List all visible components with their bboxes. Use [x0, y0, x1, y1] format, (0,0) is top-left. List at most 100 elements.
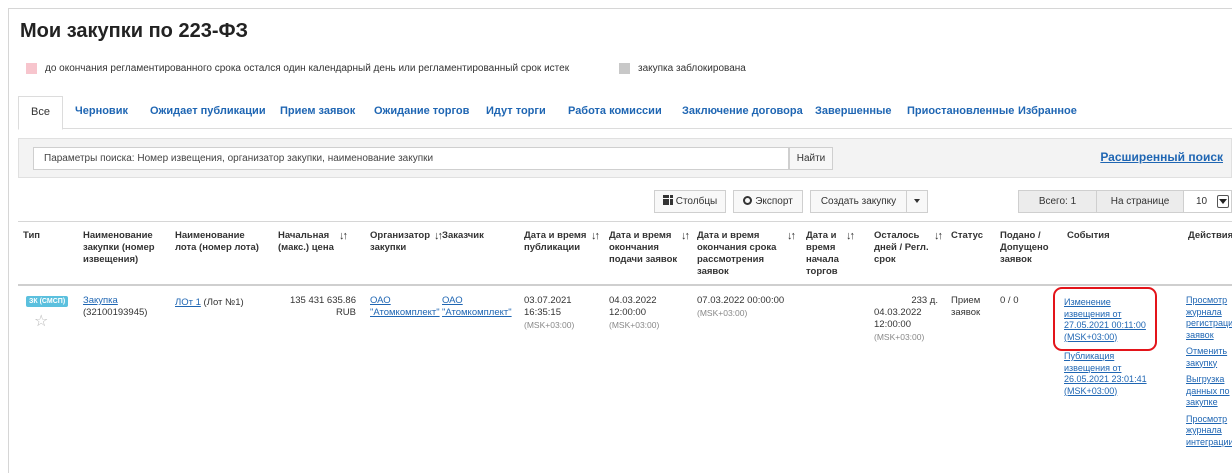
action-link-line[interactable]: данных по	[1186, 386, 1232, 398]
pub-tz: (MSK+03:00)	[524, 320, 575, 330]
header-submitted[interactable]: Подано / Допущено заявок	[1000, 230, 1049, 266]
tab-completed[interactable]: Завершенные	[815, 96, 892, 129]
event-link-line[interactable]: извещения от	[1064, 363, 1164, 375]
header-end-date[interactable]: Дата и время окончания подачи заявок ↓↑	[609, 230, 697, 266]
header-purchase-name[interactable]: Наименование закупки (номер извещения)	[83, 230, 155, 266]
header-review-date[interactable]: Дата и время окончания срока рассмотрени…	[697, 230, 799, 278]
tab-favorites[interactable]: Избранное	[1018, 96, 1077, 129]
header-line: Начальная	[278, 230, 330, 241]
header-line: окончания	[609, 242, 659, 253]
tab-draft[interactable]: Черновик	[75, 96, 128, 129]
remaining-days: 233 д.	[911, 295, 938, 306]
action-link-line[interactable]: регистрации	[1186, 318, 1232, 330]
table-header: Тип Наименование закупки (номер извещени…	[18, 221, 1232, 286]
header-line: Допущено	[1000, 242, 1049, 253]
tab-auction-running[interactable]: Идут торги	[486, 96, 546, 129]
tab-suspended[interactable]: Приостановленные	[907, 96, 1014, 129]
end-tz: (MSK+03:00)	[609, 320, 660, 330]
event-link-line[interactable]: (MSK+03:00)	[1064, 386, 1164, 398]
per-page-select[interactable]: 10	[1183, 190, 1232, 213]
action-link-line[interactable]: Отменить	[1186, 346, 1232, 358]
star-icon[interactable]: ☆	[34, 311, 48, 331]
event-link-line[interactable]: Публикация	[1064, 351, 1164, 363]
header-pub-date[interactable]: Дата и время публикации ↓↑	[524, 230, 604, 254]
customer-link-line2[interactable]: "Атомкомплект"	[442, 307, 512, 319]
header-line: время	[806, 242, 836, 253]
review-tz: (MSK+03:00)	[697, 308, 748, 318]
tab-awaiting-publication[interactable]: Ожидает публикации	[150, 96, 266, 129]
remaining-cell: 233 д. 04.03.2022 12:00:00 (MSK+03:00)	[874, 295, 938, 343]
action-view-integration-log[interactable]: Просмотр журнала интеграции	[1186, 414, 1232, 449]
lot-link[interactable]: ЛОт 1	[175, 297, 201, 308]
tab-contract-conclusion[interactable]: Заключение договора	[682, 96, 803, 129]
tab-awaiting-auction[interactable]: Ожидание торгов	[374, 96, 469, 129]
header-price[interactable]: Начальная (макс.) цена ↓↑	[278, 230, 348, 254]
sort-icon: ↓↑	[434, 230, 443, 242]
legend-blocked: закупка заблокирована	[619, 63, 746, 74]
action-link-line[interactable]: Выгрузка	[1186, 374, 1232, 386]
action-export-data[interactable]: Выгрузка данных по закупке	[1186, 374, 1232, 409]
action-link-line[interactable]: журнала	[1186, 425, 1232, 437]
sort-icon: ↓↑	[846, 230, 855, 242]
remaining-tz: (MSK+03:00)	[874, 332, 925, 342]
action-link-line[interactable]: заявок	[1186, 330, 1232, 342]
customer-cell: ОАО "Атомкомплект"	[442, 295, 512, 319]
find-button[interactable]: Найти	[789, 147, 833, 170]
tab-all[interactable]: Все	[18, 96, 63, 130]
event-publication-notice[interactable]: Публикация извещения от 26.05.2021 23:01…	[1064, 351, 1164, 397]
header-events[interactable]: События	[1067, 230, 1110, 242]
header-line: подачи заявок	[609, 254, 678, 265]
header-organizer[interactable]: Организатор закупки ↓↑	[370, 230, 450, 254]
action-link-line[interactable]: закупку	[1186, 358, 1232, 370]
export-label: Экспорт	[755, 196, 793, 207]
create-purchase-dropdown[interactable]	[906, 190, 928, 213]
status-cell: Прием заявок	[951, 295, 980, 319]
header-status[interactable]: Статус	[951, 230, 983, 242]
action-link-line[interactable]: закупке	[1186, 397, 1232, 409]
review-datetime: 07.03.2022 00:00:00	[697, 295, 785, 306]
action-link-line[interactable]: Просмотр	[1186, 295, 1232, 307]
header-line: торгов	[806, 266, 838, 277]
action-cancel-purchase[interactable]: Отменить закупку	[1186, 346, 1232, 369]
status-tabs: Все Черновик Ожидает публикации Прием за…	[18, 96, 1232, 130]
purchase-link[interactable]: Закупка	[83, 295, 118, 306]
header-auction-date[interactable]: Дата и время начала торгов ↓↑	[806, 230, 856, 278]
chevron-down-icon	[914, 199, 920, 203]
header-actions[interactable]: Действия	[1188, 230, 1232, 242]
sort-icon: ↓↑	[591, 230, 600, 242]
header-remaining[interactable]: Осталось дней / Регл. срок ↓↑	[874, 230, 948, 266]
organizer-cell: ОАО "Атомкомплект"	[370, 295, 440, 319]
header-lot-name[interactable]: Наименование лота (номер лота)	[175, 230, 259, 254]
header-line: публикации	[524, 242, 581, 253]
status-line1: Прием	[951, 295, 981, 306]
customer-link-line1[interactable]: ОАО	[442, 295, 512, 307]
header-line: окончания срока	[697, 242, 777, 253]
header-line: (макс.) цена	[278, 242, 334, 253]
header-line: заявок	[1000, 254, 1032, 265]
header-type[interactable]: Тип	[23, 230, 40, 242]
search-panel: Параметры поиска: Номер извещения, орган…	[18, 138, 1232, 178]
price-cell: 135 431 635.86 RUB	[280, 295, 356, 319]
search-input[interactable]: Параметры поиска: Номер извещения, орган…	[33, 147, 789, 170]
action-view-registration-log[interactable]: Просмотр журнала регистрации заявок	[1186, 295, 1232, 341]
price-currency: RUB	[335, 307, 356, 318]
event-link-line[interactable]: 26.05.2021 23:01:41	[1064, 374, 1164, 386]
sort-icon: ↓↑	[339, 230, 348, 242]
organizer-link-line1[interactable]: ОАО	[370, 295, 440, 307]
action-link-line[interactable]: Просмотр	[1186, 414, 1232, 426]
create-purchase-button[interactable]: Создать закупку	[810, 190, 907, 213]
tab-accepting-bids[interactable]: Прием заявок	[280, 96, 355, 129]
total-count: Всего: 1	[1018, 190, 1097, 213]
columns-button[interactable]: Столбцы	[654, 190, 726, 213]
remaining-time: 12:00:00	[874, 319, 911, 330]
organizer-link-line2[interactable]: "Атомкомплект"	[370, 307, 440, 319]
action-link-line[interactable]: журнала	[1186, 307, 1232, 319]
remaining-date: 04.03.2022	[874, 307, 922, 318]
action-link-line[interactable]: интеграции	[1186, 437, 1232, 449]
tab-commission-work[interactable]: Работа комиссии	[568, 96, 662, 129]
export-button[interactable]: Экспорт	[733, 190, 803, 213]
price-value: 135 431 635.86	[289, 295, 356, 306]
advanced-search-link[interactable]: Расширенный поиск	[1100, 150, 1223, 164]
header-customer[interactable]: Заказчик	[442, 230, 484, 242]
legend-deadline-text: до окончания регламентированного срока о…	[45, 63, 570, 74]
